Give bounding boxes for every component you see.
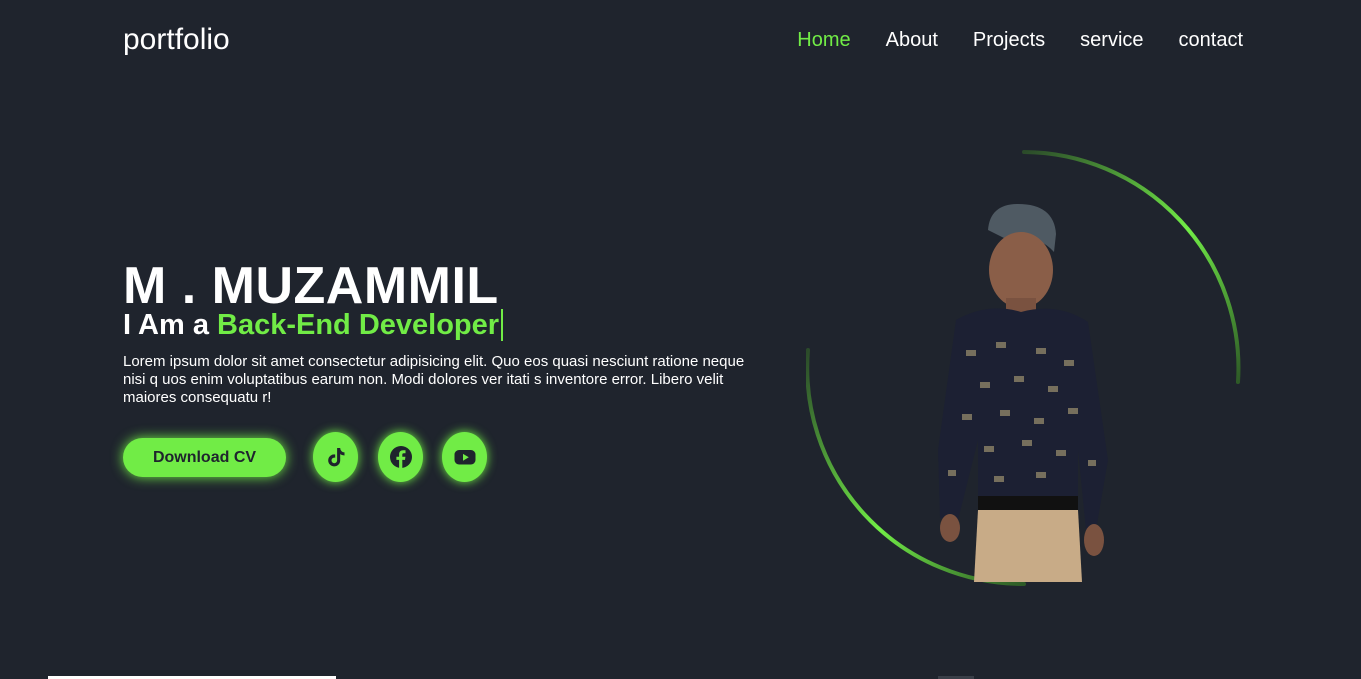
youtube-icon xyxy=(454,450,475,465)
youtube-link[interactable] xyxy=(442,432,487,482)
nav-projects[interactable]: Projects xyxy=(973,28,1045,52)
nav-home[interactable]: Home xyxy=(797,28,850,52)
facebook-link[interactable] xyxy=(378,432,423,482)
tiktok-icon xyxy=(327,448,344,467)
hero-role: I Am a Back-End Developer xyxy=(123,307,504,343)
hero-description: Lorem ipsum dolor sit amet consectetur a… xyxy=(123,353,745,406)
nav-contact[interactable]: contact xyxy=(1179,28,1243,52)
profile-photo xyxy=(938,204,1108,582)
page: portfolio Home About Projects service co… xyxy=(0,0,1361,679)
facebook-icon xyxy=(389,446,412,468)
nav-about[interactable]: About xyxy=(886,28,938,52)
download-cv-button[interactable]: Download CV xyxy=(123,438,286,477)
main-nav: Home About Projects service contact xyxy=(797,28,1243,52)
tiktok-link[interactable] xyxy=(313,432,358,482)
nav-service[interactable]: service xyxy=(1080,28,1143,52)
logo-link[interactable]: portfolio xyxy=(123,21,230,59)
role-prefix: I Am a xyxy=(123,309,209,341)
role-typed-text: Back-End Developer xyxy=(217,309,504,341)
